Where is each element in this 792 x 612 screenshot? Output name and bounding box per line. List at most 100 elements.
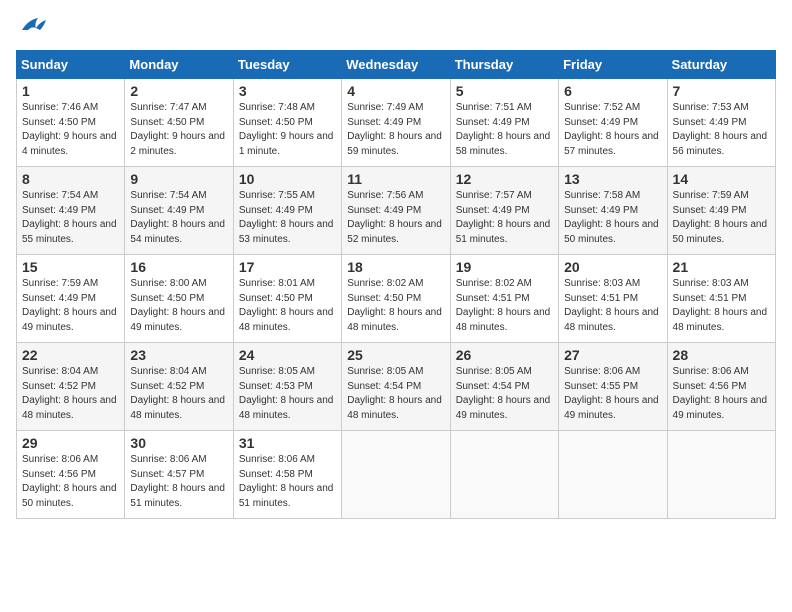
day-header-saturday: Saturday (667, 51, 775, 79)
calendar-cell: 11 Sunrise: 7:56 AM Sunset: 4:49 PM Dayl… (342, 167, 450, 255)
day-number: 16 (130, 259, 227, 275)
day-number: 7 (673, 83, 770, 99)
day-number: 29 (22, 435, 119, 451)
day-header-friday: Friday (559, 51, 667, 79)
calendar-cell: 22 Sunrise: 8:04 AM Sunset: 4:52 PM Dayl… (17, 343, 125, 431)
day-info: Sunrise: 8:04 AM Sunset: 4:52 PM Dayligh… (22, 365, 119, 423)
calendar-cell: 25 Sunrise: 8:05 AM Sunset: 4:54 PM Dayl… (342, 343, 450, 431)
calendar-cell: 16 Sunrise: 8:00 AM Sunset: 4:50 PM Dayl… (125, 255, 233, 343)
calendar-cell: 15 Sunrise: 7:59 AM Sunset: 4:49 PM Dayl… (17, 255, 125, 343)
calendar-cell: 2 Sunrise: 7:47 AM Sunset: 4:50 PM Dayli… (125, 79, 233, 167)
day-number: 19 (456, 259, 553, 275)
day-number: 11 (347, 171, 444, 187)
calendar-cell: 6 Sunrise: 7:52 AM Sunset: 4:49 PM Dayli… (559, 79, 667, 167)
day-info: Sunrise: 7:52 AM Sunset: 4:49 PM Dayligh… (564, 101, 661, 159)
calendar-cell: 17 Sunrise: 8:01 AM Sunset: 4:50 PM Dayl… (233, 255, 341, 343)
calendar-table: SundayMondayTuesdayWednesdayThursdayFrid… (16, 50, 776, 519)
day-info: Sunrise: 7:49 AM Sunset: 4:49 PM Dayligh… (347, 101, 444, 159)
calendar-cell: 21 Sunrise: 8:03 AM Sunset: 4:51 PM Dayl… (667, 255, 775, 343)
logo (16, 16, 46, 38)
day-info: Sunrise: 7:53 AM Sunset: 4:49 PM Dayligh… (673, 101, 770, 159)
day-number: 23 (130, 347, 227, 363)
calendar-cell: 5 Sunrise: 7:51 AM Sunset: 4:49 PM Dayli… (450, 79, 558, 167)
calendar-cell (342, 431, 450, 519)
day-number: 17 (239, 259, 336, 275)
day-number: 25 (347, 347, 444, 363)
day-number: 22 (22, 347, 119, 363)
day-info: Sunrise: 8:00 AM Sunset: 4:50 PM Dayligh… (130, 277, 227, 335)
day-number: 2 (130, 83, 227, 99)
day-header-sunday: Sunday (17, 51, 125, 79)
day-info: Sunrise: 7:47 AM Sunset: 4:50 PM Dayligh… (130, 101, 227, 159)
day-number: 10 (239, 171, 336, 187)
calendar-cell: 7 Sunrise: 7:53 AM Sunset: 4:49 PM Dayli… (667, 79, 775, 167)
day-info: Sunrise: 8:05 AM Sunset: 4:54 PM Dayligh… (347, 365, 444, 423)
logo-bird-icon (18, 16, 46, 38)
day-number: 9 (130, 171, 227, 187)
calendar-cell: 10 Sunrise: 7:55 AM Sunset: 4:49 PM Dayl… (233, 167, 341, 255)
day-info: Sunrise: 7:46 AM Sunset: 4:50 PM Dayligh… (22, 101, 119, 159)
day-header-wednesday: Wednesday (342, 51, 450, 79)
calendar-cell: 23 Sunrise: 8:04 AM Sunset: 4:52 PM Dayl… (125, 343, 233, 431)
calendar-cell (667, 431, 775, 519)
calendar-week-2: 8 Sunrise: 7:54 AM Sunset: 4:49 PM Dayli… (17, 167, 776, 255)
day-info: Sunrise: 7:59 AM Sunset: 4:49 PM Dayligh… (673, 189, 770, 247)
day-number: 30 (130, 435, 227, 451)
day-number: 20 (564, 259, 661, 275)
day-number: 6 (564, 83, 661, 99)
day-number: 27 (564, 347, 661, 363)
page-header (16, 16, 776, 38)
day-number: 21 (673, 259, 770, 275)
day-number: 13 (564, 171, 661, 187)
day-number: 28 (673, 347, 770, 363)
day-info: Sunrise: 8:01 AM Sunset: 4:50 PM Dayligh… (239, 277, 336, 335)
day-info: Sunrise: 8:05 AM Sunset: 4:54 PM Dayligh… (456, 365, 553, 423)
day-number: 8 (22, 171, 119, 187)
day-info: Sunrise: 8:06 AM Sunset: 4:56 PM Dayligh… (22, 453, 119, 511)
day-info: Sunrise: 7:58 AM Sunset: 4:49 PM Dayligh… (564, 189, 661, 247)
calendar-cell (450, 431, 558, 519)
day-info: Sunrise: 7:54 AM Sunset: 4:49 PM Dayligh… (130, 189, 227, 247)
day-header-thursday: Thursday (450, 51, 558, 79)
calendar-cell: 27 Sunrise: 8:06 AM Sunset: 4:55 PM Dayl… (559, 343, 667, 431)
day-number: 3 (239, 83, 336, 99)
day-number: 26 (456, 347, 553, 363)
day-info: Sunrise: 8:03 AM Sunset: 4:51 PM Dayligh… (673, 277, 770, 335)
calendar-cell: 1 Sunrise: 7:46 AM Sunset: 4:50 PM Dayli… (17, 79, 125, 167)
calendar-header-row: SundayMondayTuesdayWednesdayThursdayFrid… (17, 51, 776, 79)
day-number: 14 (673, 171, 770, 187)
day-info: Sunrise: 8:05 AM Sunset: 4:53 PM Dayligh… (239, 365, 336, 423)
calendar-cell: 8 Sunrise: 7:54 AM Sunset: 4:49 PM Dayli… (17, 167, 125, 255)
calendar-cell: 30 Sunrise: 8:06 AM Sunset: 4:57 PM Dayl… (125, 431, 233, 519)
calendar-cell: 18 Sunrise: 8:02 AM Sunset: 4:50 PM Dayl… (342, 255, 450, 343)
day-header-monday: Monday (125, 51, 233, 79)
calendar-cell (559, 431, 667, 519)
calendar-week-1: 1 Sunrise: 7:46 AM Sunset: 4:50 PM Dayli… (17, 79, 776, 167)
day-info: Sunrise: 7:51 AM Sunset: 4:49 PM Dayligh… (456, 101, 553, 159)
calendar-cell: 31 Sunrise: 8:06 AM Sunset: 4:58 PM Dayl… (233, 431, 341, 519)
calendar-cell: 24 Sunrise: 8:05 AM Sunset: 4:53 PM Dayl… (233, 343, 341, 431)
calendar-cell: 14 Sunrise: 7:59 AM Sunset: 4:49 PM Dayl… (667, 167, 775, 255)
calendar-cell: 4 Sunrise: 7:49 AM Sunset: 4:49 PM Dayli… (342, 79, 450, 167)
day-number: 4 (347, 83, 444, 99)
day-info: Sunrise: 8:06 AM Sunset: 4:58 PM Dayligh… (239, 453, 336, 511)
day-info: Sunrise: 8:06 AM Sunset: 4:57 PM Dayligh… (130, 453, 227, 511)
calendar-cell: 12 Sunrise: 7:57 AM Sunset: 4:49 PM Dayl… (450, 167, 558, 255)
day-info: Sunrise: 8:02 AM Sunset: 4:51 PM Dayligh… (456, 277, 553, 335)
calendar-week-5: 29 Sunrise: 8:06 AM Sunset: 4:56 PM Dayl… (17, 431, 776, 519)
calendar-week-4: 22 Sunrise: 8:04 AM Sunset: 4:52 PM Dayl… (17, 343, 776, 431)
calendar-cell: 13 Sunrise: 7:58 AM Sunset: 4:49 PM Dayl… (559, 167, 667, 255)
day-info: Sunrise: 7:56 AM Sunset: 4:49 PM Dayligh… (347, 189, 444, 247)
day-info: Sunrise: 8:04 AM Sunset: 4:52 PM Dayligh… (130, 365, 227, 423)
day-number: 18 (347, 259, 444, 275)
day-info: Sunrise: 7:57 AM Sunset: 4:49 PM Dayligh… (456, 189, 553, 247)
day-info: Sunrise: 7:48 AM Sunset: 4:50 PM Dayligh… (239, 101, 336, 159)
day-info: Sunrise: 8:06 AM Sunset: 4:55 PM Dayligh… (564, 365, 661, 423)
day-number: 15 (22, 259, 119, 275)
day-number: 31 (239, 435, 336, 451)
day-number: 1 (22, 83, 119, 99)
day-info: Sunrise: 8:03 AM Sunset: 4:51 PM Dayligh… (564, 277, 661, 335)
day-info: Sunrise: 8:06 AM Sunset: 4:56 PM Dayligh… (673, 365, 770, 423)
calendar-cell: 9 Sunrise: 7:54 AM Sunset: 4:49 PM Dayli… (125, 167, 233, 255)
calendar-cell: 20 Sunrise: 8:03 AM Sunset: 4:51 PM Dayl… (559, 255, 667, 343)
